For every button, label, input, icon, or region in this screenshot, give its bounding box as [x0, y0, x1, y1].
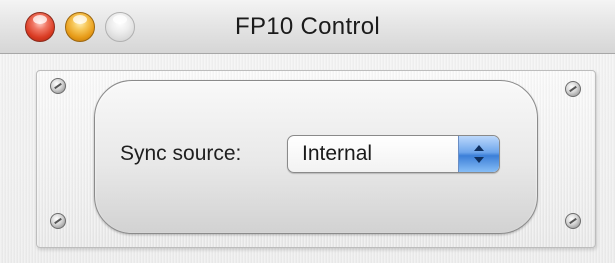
sync-source-label: Sync source:: [120, 142, 242, 165]
title-bar[interactable]: FP10 Control: [0, 0, 615, 54]
window-title: FP10 Control: [235, 13, 380, 40]
screw-icon: [565, 213, 581, 229]
screw-icon: [565, 81, 581, 97]
screw-icon: [50, 78, 66, 94]
sync-source-value: Internal: [302, 142, 373, 165]
up-down-arrows-icon[interactable]: [458, 136, 499, 172]
screw-icon: [50, 213, 66, 229]
window: FP10 Control Sync source: Internal: [0, 0, 615, 263]
sync-source-popup[interactable]: Internal: [287, 135, 500, 173]
